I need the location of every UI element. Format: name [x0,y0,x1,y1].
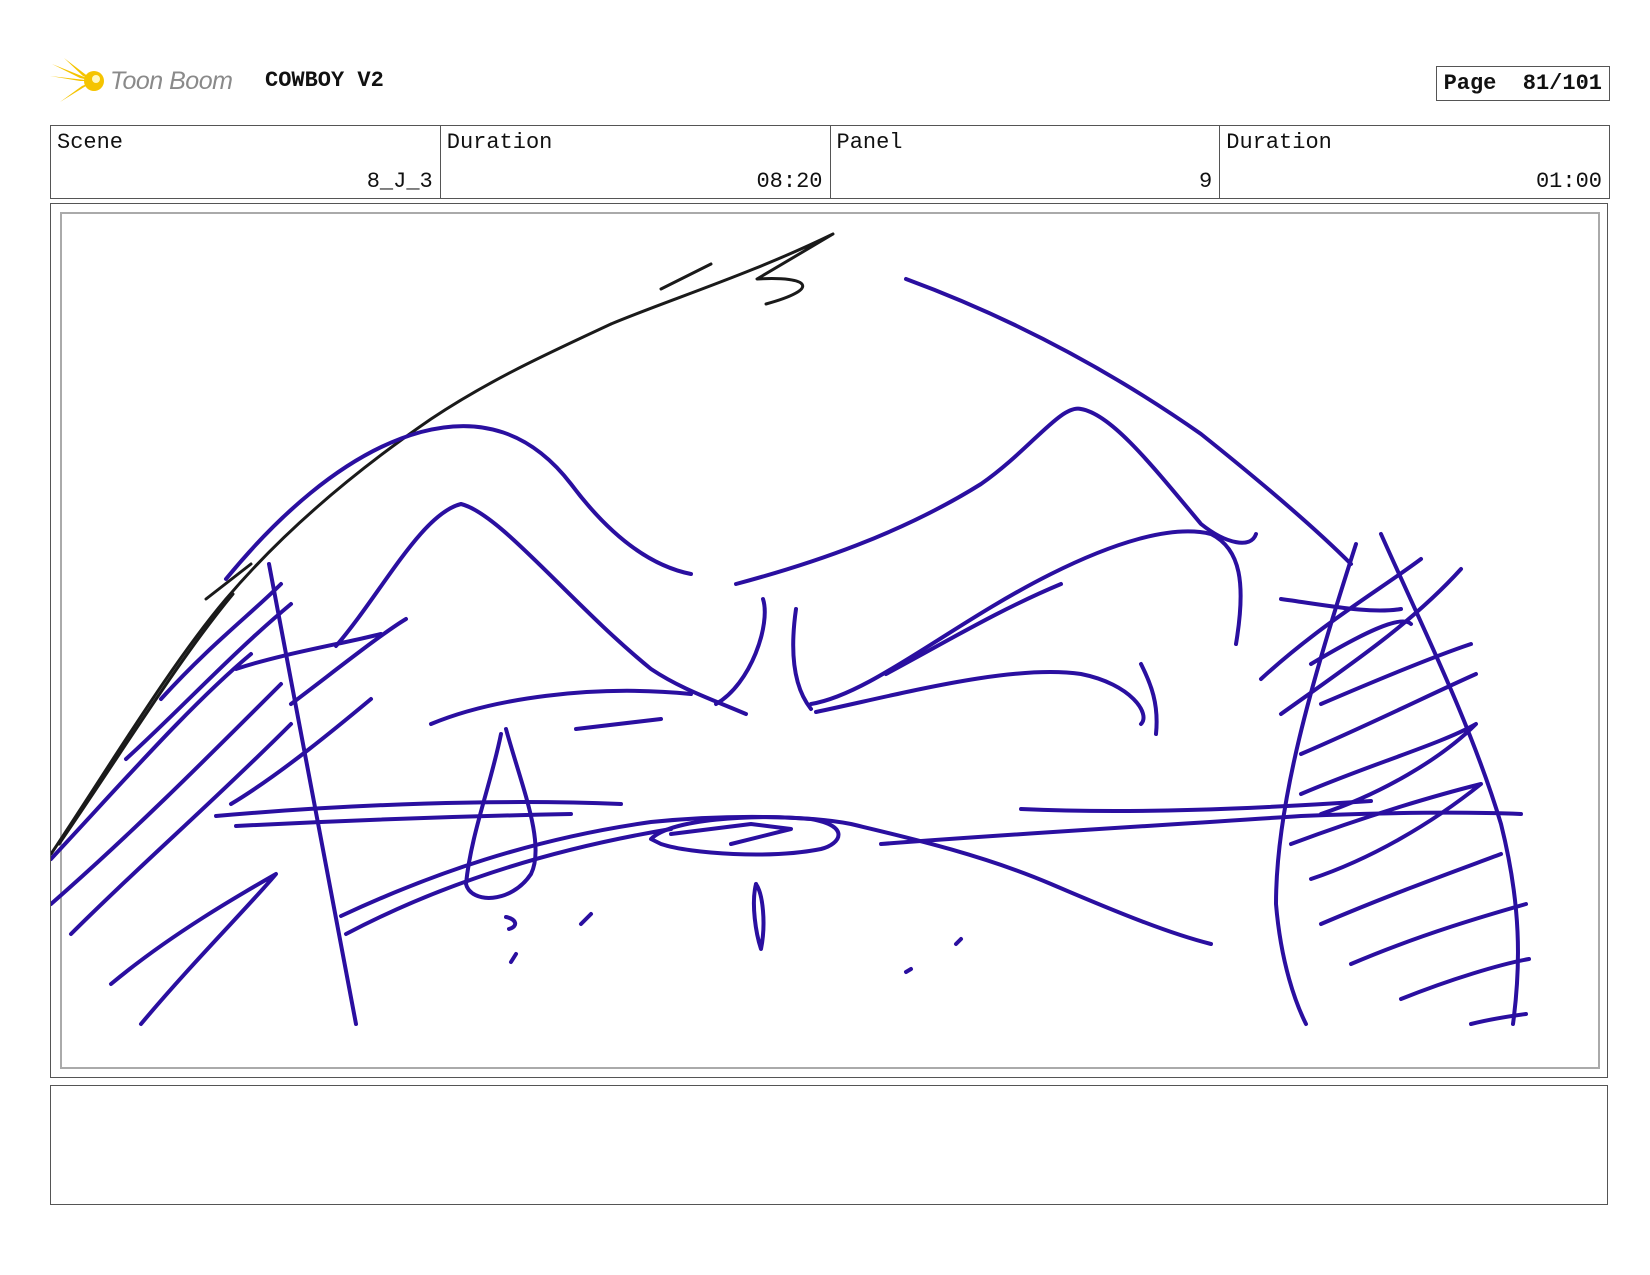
page-label: Page [1443,71,1497,96]
hat-brim-sketch [51,232,835,856]
toon-boom-logo: Toon Boom [50,56,233,106]
face-sketch [51,277,1531,1026]
project-title: COWBOY V2 [265,68,384,93]
storyboard-panel [50,203,1608,1078]
panel-info-table: Scene 8_J_3 Duration 08:20 Panel 9 Durat… [50,125,1610,199]
scene-label: Scene [57,130,124,155]
starburst-icon [50,58,104,102]
sketch-drawing [51,212,1600,1069]
panel-cell: Panel 9 [831,126,1221,198]
panel-duration-value: 01:00 [1535,169,1602,194]
panel-duration-cell: Duration 01:00 [1220,126,1609,198]
scene-cell: Scene 8_J_3 [51,126,441,198]
panel-duration-label: Duration [1226,130,1332,155]
panel-label: Panel [836,130,903,155]
panel-value: 9 [1199,169,1213,194]
page-header: Toon Boom COWBOY V2 Page 81/101 [50,56,1610,106]
panel-notes-box [50,1085,1608,1205]
page-indicator: Page 81/101 [1435,66,1610,101]
page-number: 81/101 [1522,71,1602,96]
logo-text: Toon Boom [110,66,233,95]
scene-duration-label: Duration [446,130,553,155]
scene-value: 8_J_3 [366,169,433,194]
scene-duration-cell: Duration 08:20 [441,126,831,198]
scene-duration-value: 08:20 [756,169,823,194]
